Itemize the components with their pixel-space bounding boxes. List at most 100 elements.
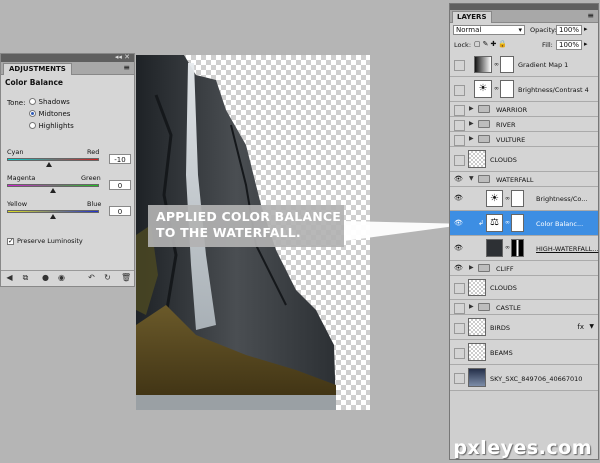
collapse-arrow-icon[interactable]: ▼ bbox=[469, 175, 474, 182]
fill-arrow-icon[interactable]: ▸ bbox=[584, 40, 588, 48]
magenta-label: Magenta bbox=[7, 174, 36, 182]
layer-mask-thumbnail bbox=[500, 80, 514, 98]
chevron-down-icon[interactable]: ▼ bbox=[589, 323, 594, 330]
opacity-arrow-icon[interactable]: ▸ bbox=[584, 25, 588, 33]
layer-row[interactable]: ∞ Gradient Map 1 bbox=[450, 53, 598, 77]
group-row[interactable]: ▶ RIVER bbox=[450, 117, 598, 132]
layer-name: BEAMS bbox=[490, 349, 513, 357]
reset-icon[interactable]: ↻ bbox=[103, 274, 112, 282]
visibility-toggle[interactable] bbox=[454, 85, 465, 96]
visibility-toggle[interactable] bbox=[454, 135, 465, 146]
group-name: VULTURE bbox=[496, 136, 526, 144]
layer-row[interactable]: 👁 ☀ ∞ Brightness/Co... bbox=[450, 187, 598, 211]
layer-row-selected[interactable]: 👁 ↲ ⚖ ∞ Color Balanc... bbox=[450, 211, 598, 236]
eye-icon[interactable]: 👁 bbox=[454, 264, 463, 273]
layer-row[interactable]: 👁 ∞ HIGH-WATERFALL... bbox=[450, 236, 598, 261]
link-icon: ∞ bbox=[494, 61, 499, 68]
yellow-blue-thumb[interactable] bbox=[50, 214, 56, 219]
panel-menu-icon[interactable]: ≡ bbox=[587, 11, 594, 20]
folder-icon bbox=[478, 175, 490, 183]
lock-icons[interactable]: ▢✎✚🔒 bbox=[474, 40, 509, 48]
expand-arrow-icon[interactable]: ▶ bbox=[469, 135, 474, 142]
radio-midtones[interactable] bbox=[29, 110, 36, 117]
link-icon: ∞ bbox=[494, 85, 499, 92]
tone-highlights-option[interactable]: Highlights bbox=[29, 121, 74, 130]
mask-icon[interactable]: ● bbox=[41, 274, 50, 282]
layer-row[interactable]: BEAMS bbox=[450, 340, 598, 365]
visibility-toggle[interactable] bbox=[454, 60, 465, 71]
collapse-icon[interactable]: ◂◂ ✕ bbox=[115, 53, 130, 61]
layer-name: CLOUDS bbox=[490, 156, 517, 164]
visibility-toggle[interactable] bbox=[454, 348, 465, 359]
visibility-toggle[interactable] bbox=[454, 120, 465, 131]
clip-arrow-icon: ↲ bbox=[478, 219, 484, 227]
layer-thumbnail bbox=[468, 368, 486, 387]
layer-row[interactable]: ☀ ∞ Brightness/Contrast 4 bbox=[450, 77, 598, 102]
folder-icon bbox=[478, 135, 490, 143]
radio-shadows[interactable] bbox=[29, 98, 36, 105]
visibility-toggle[interactable] bbox=[454, 303, 465, 314]
layer-row[interactable]: BIRDS fx ▼ bbox=[450, 315, 598, 340]
eye-icon[interactable]: 👁 bbox=[454, 175, 463, 184]
eye-icon[interactable]: 👁 bbox=[454, 244, 463, 253]
cyan-red-thumb[interactable] bbox=[46, 162, 52, 167]
magenta-green-thumb[interactable] bbox=[50, 188, 56, 193]
fill-input[interactable]: 100% bbox=[556, 40, 582, 50]
blend-mode-value: Normal bbox=[456, 26, 482, 34]
layer-row[interactable]: CLOUDS bbox=[450, 276, 598, 300]
group-row[interactable]: ▶ WARRIOR bbox=[450, 102, 598, 117]
preserve-luminosity-checkbox[interactable]: ✓ bbox=[7, 238, 14, 245]
layer-mask-thumbnail bbox=[500, 56, 514, 73]
visibility-toggle[interactable] bbox=[454, 155, 465, 166]
group-name: CLIFF bbox=[496, 265, 514, 273]
visibility-toggle[interactable] bbox=[454, 105, 465, 116]
clip-to-layer-icon[interactable]: ⧉ bbox=[21, 274, 30, 282]
layer-thumbnail bbox=[468, 343, 486, 361]
color-balance-icon: ⚖ bbox=[486, 214, 503, 232]
eye-icon[interactable]: 👁 bbox=[454, 219, 463, 228]
brightness-contrast-icon: ☀ bbox=[474, 80, 492, 98]
visibility-toggle[interactable] bbox=[454, 283, 465, 294]
panel-menu-icon[interactable]: ≡ bbox=[123, 63, 130, 72]
yellow-blue-value[interactable]: 0 bbox=[109, 206, 131, 216]
tab-layers[interactable]: LAYERS bbox=[452, 11, 492, 23]
expand-arrow-icon[interactable]: ▶ bbox=[469, 120, 474, 127]
magenta-green-value[interactable]: 0 bbox=[109, 180, 131, 190]
folder-icon bbox=[478, 303, 490, 311]
panel-header-strip[interactable]: ◂◂ ✕ bbox=[1, 53, 134, 62]
visibility-eye-icon[interactable]: ◉ bbox=[57, 274, 66, 282]
lock-label: Lock: bbox=[454, 41, 472, 49]
group-row[interactable]: 👁 ▼ WATERFALL bbox=[450, 172, 598, 187]
brightness-contrast-icon: ☀ bbox=[486, 190, 503, 207]
tab-adjustments[interactable]: ADJUSTMENTS bbox=[3, 63, 72, 75]
blend-mode-dropdown[interactable]: Normal ▾ bbox=[453, 25, 525, 35]
expand-arrow-icon[interactable]: ▶ bbox=[469, 105, 474, 112]
back-arrow-icon[interactable]: ◀ bbox=[5, 274, 14, 282]
group-row[interactable]: ▶ CASTLE bbox=[450, 300, 598, 315]
link-icon: ∞ bbox=[505, 244, 510, 251]
visibility-toggle[interactable] bbox=[454, 373, 465, 384]
trash-icon[interactable]: 🗑 bbox=[121, 274, 131, 282]
opacity-input[interactable]: 100% bbox=[556, 25, 582, 35]
tone-shadows-option[interactable]: Shadows bbox=[29, 97, 70, 106]
layer-effects-icon[interactable]: fx bbox=[577, 323, 584, 331]
layer-row[interactable]: SKY_SXC_849706_40667010 bbox=[450, 365, 598, 391]
yellow-blue-slider[interactable] bbox=[7, 210, 99, 213]
group-name: RIVER bbox=[496, 121, 516, 129]
eye-icon[interactable]: 👁 bbox=[454, 194, 463, 203]
visibility-toggle[interactable] bbox=[454, 323, 465, 334]
cyan-red-slider[interactable] bbox=[7, 158, 99, 161]
expand-arrow-icon[interactable]: ▶ bbox=[469, 303, 474, 310]
cyan-red-value[interactable]: -10 bbox=[109, 154, 131, 164]
tone-midtones-option[interactable]: Midtones bbox=[29, 109, 70, 118]
group-row[interactable]: 👁 ▶ CLIFF bbox=[450, 261, 598, 276]
layer-mask-thumbnail bbox=[511, 239, 524, 257]
layer-row[interactable]: CLOUDS bbox=[450, 147, 598, 172]
magenta-green-slider[interactable] bbox=[7, 184, 99, 187]
expand-arrow-icon[interactable]: ▶ bbox=[469, 264, 474, 271]
radio-highlights[interactable] bbox=[29, 122, 36, 129]
previous-state-icon[interactable]: ↶ bbox=[87, 274, 96, 282]
group-row[interactable]: ▶ VULTURE bbox=[450, 132, 598, 147]
layer-thumbnail bbox=[486, 239, 503, 257]
gradient-map-icon bbox=[474, 56, 492, 73]
